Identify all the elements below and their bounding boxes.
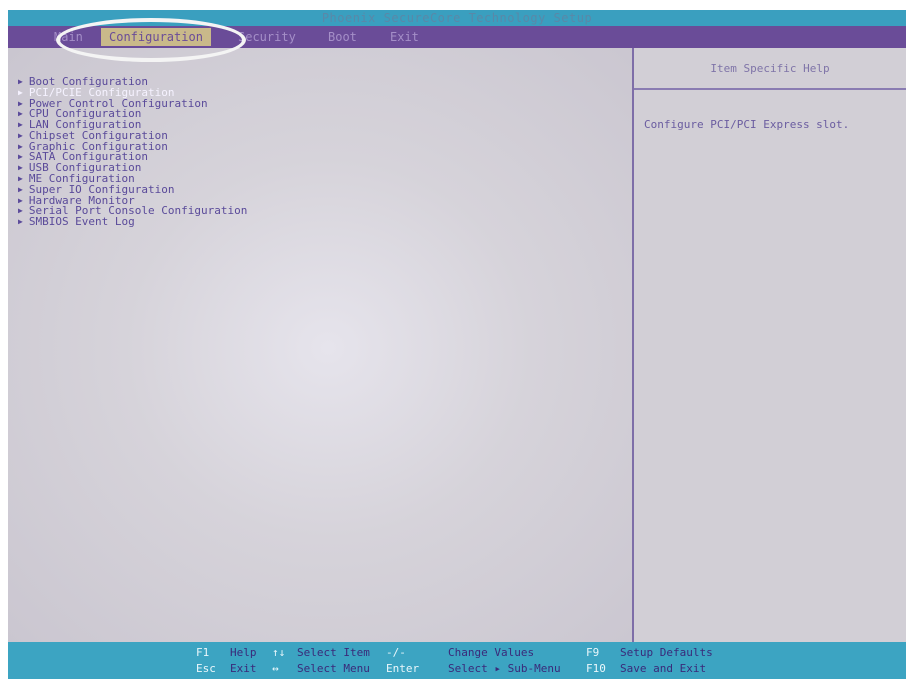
config-items-list: ▶ Boot Configuration ▶ PCI/PCIE Configurat… (18, 76, 247, 227)
key-esc: Esc (196, 662, 216, 675)
help-panel: Item Specific Help Configure PCI/PCI Exp… (634, 48, 906, 642)
key-desc-select-sub-menu: Select ▸ Sub-Menu (448, 662, 561, 675)
help-header: Item Specific Help (634, 48, 906, 90)
submenu-arrow-icon: ▶ (18, 184, 23, 194)
submenu-arrow-icon: ▶ (18, 76, 23, 86)
submenu-arrow-icon: ▶ (18, 152, 23, 162)
key-left-right-arrows-icon: ↔ (272, 662, 279, 675)
key-legend-row: F1 Help ↑↓ Select Item -/- Change Values… (8, 645, 906, 661)
submenu-arrow-icon: ▶ (18, 120, 23, 130)
bios-screen: Phoenix SecureCore Technology Setup Main… (8, 10, 906, 679)
submenu-arrow-icon: ▶ (18, 206, 23, 216)
key-legend-bar: F1 Help ↑↓ Select Item -/- Change Values… (8, 642, 906, 679)
submenu-arrow-icon: ▶ (18, 130, 23, 140)
key-f1: F1 (196, 646, 210, 659)
config-menu-panel: ▶ Boot Configuration ▶ PCI/PCIE Configurat… (8, 48, 634, 642)
key-plus-minus: -/- (386, 646, 406, 659)
help-text: Configure PCI/PCI Express slot. (644, 118, 850, 131)
key-desc-select-menu: Select Menu (297, 662, 370, 675)
key-desc-change-values: Change Values (448, 646, 535, 659)
key-desc-save-and-exit: Save and Exit (620, 662, 707, 675)
submenu-arrow-icon: ▶ (18, 87, 23, 97)
key-up-down-arrows-icon: ↑↓ (272, 646, 286, 659)
submenu-arrow-icon: ▶ (18, 217, 23, 227)
key-desc-select-item: Select Item (297, 646, 370, 659)
bios-title: Phoenix SecureCore Technology Setup (321, 11, 593, 25)
key-f10: F10 (586, 662, 606, 675)
config-item-smbios-event-log[interactable]: ▶ SMBIOS Event Log (18, 216, 247, 227)
key-legend-row: Esc Exit ↔ Select Menu Enter Select ▸ Su… (8, 661, 906, 677)
submenu-arrow-icon: ▶ (18, 174, 23, 184)
submenu-arrow-icon: ▶ (18, 195, 23, 205)
config-item-pci-pcie[interactable]: ▶ PCI/PCIE Configuration (18, 87, 247, 98)
key-desc-setup-defaults: Setup Defaults (620, 646, 713, 659)
submenu-arrow-icon: ▶ (18, 163, 23, 173)
submenu-arrow-icon: ▶ (18, 141, 23, 151)
submenu-arrow-icon: ▶ (18, 98, 23, 108)
config-item-label: SMBIOS Event Log (28, 215, 135, 229)
highlight-circle-annotation (56, 18, 246, 62)
key-f9: F9 (586, 646, 600, 659)
key-desc-exit: Exit (230, 662, 257, 675)
menu-boot[interactable]: Boot (320, 28, 365, 46)
key-enter: Enter (386, 662, 420, 675)
key-desc-help: Help (230, 646, 257, 659)
menu-exit[interactable]: Exit (382, 28, 427, 46)
submenu-arrow-icon: ▶ (18, 109, 23, 119)
